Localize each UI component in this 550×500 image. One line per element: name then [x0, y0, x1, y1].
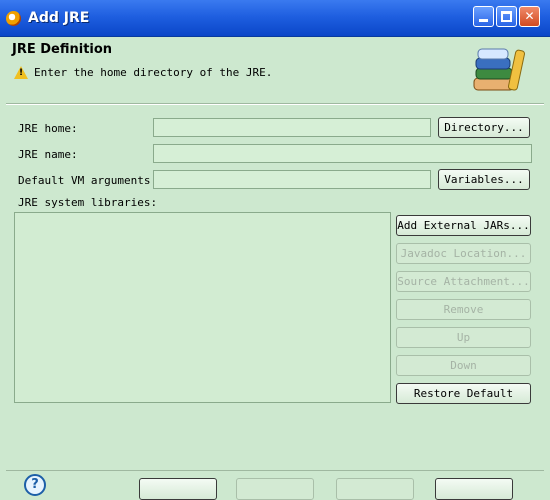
libraries-label: JRE system libraries: [18, 196, 158, 209]
next-button[interactable] [236, 478, 314, 500]
footer-separator [6, 470, 544, 471]
restore-default-button[interactable]: Restore Default [396, 383, 531, 404]
page-title: JRE Definition [12, 42, 113, 57]
vm-args-label: Default VM arguments: [18, 174, 158, 187]
down-button[interactable]: Down [396, 355, 531, 376]
books-icon [473, 48, 525, 91]
window-title: Add JRE [28, 10, 90, 26]
back-button[interactable] [139, 478, 217, 500]
maximize-icon [501, 11, 512, 22]
finish-button[interactable] [336, 478, 414, 500]
jre-home-label: JRE home: [18, 122, 78, 135]
vm-args-field[interactable] [153, 170, 431, 189]
javadoc-location-button[interactable]: Javadoc Location... [396, 243, 531, 264]
header-message: Enter the home directory of the JRE. [34, 66, 273, 79]
add-external-jars-button[interactable]: Add External JARs... [396, 215, 531, 236]
variables-button[interactable]: Variables... [438, 169, 530, 190]
minimize-icon [479, 19, 488, 22]
close-icon: ✕ [524, 9, 535, 23]
minimize-button[interactable] [473, 6, 494, 27]
help-icon[interactable]: ? [24, 474, 46, 496]
remove-button[interactable]: Remove [396, 299, 531, 320]
jre-home-field[interactable] [153, 118, 431, 137]
maximize-button[interactable] [496, 6, 517, 27]
directory-button[interactable]: Directory... [438, 117, 530, 138]
warning-icon-mark: ! [19, 68, 24, 78]
jre-name-label: JRE name: [18, 148, 78, 161]
libraries-list[interactable] [14, 212, 391, 403]
source-attachment-button[interactable]: Source Attachment... [396, 271, 531, 292]
cancel-button[interactable] [435, 478, 513, 500]
up-button[interactable]: Up [396, 327, 531, 348]
eclipse-icon [6, 11, 21, 26]
close-button[interactable]: ✕ [519, 6, 540, 27]
header-separator [6, 104, 544, 105]
jre-name-field[interactable] [153, 144, 532, 163]
